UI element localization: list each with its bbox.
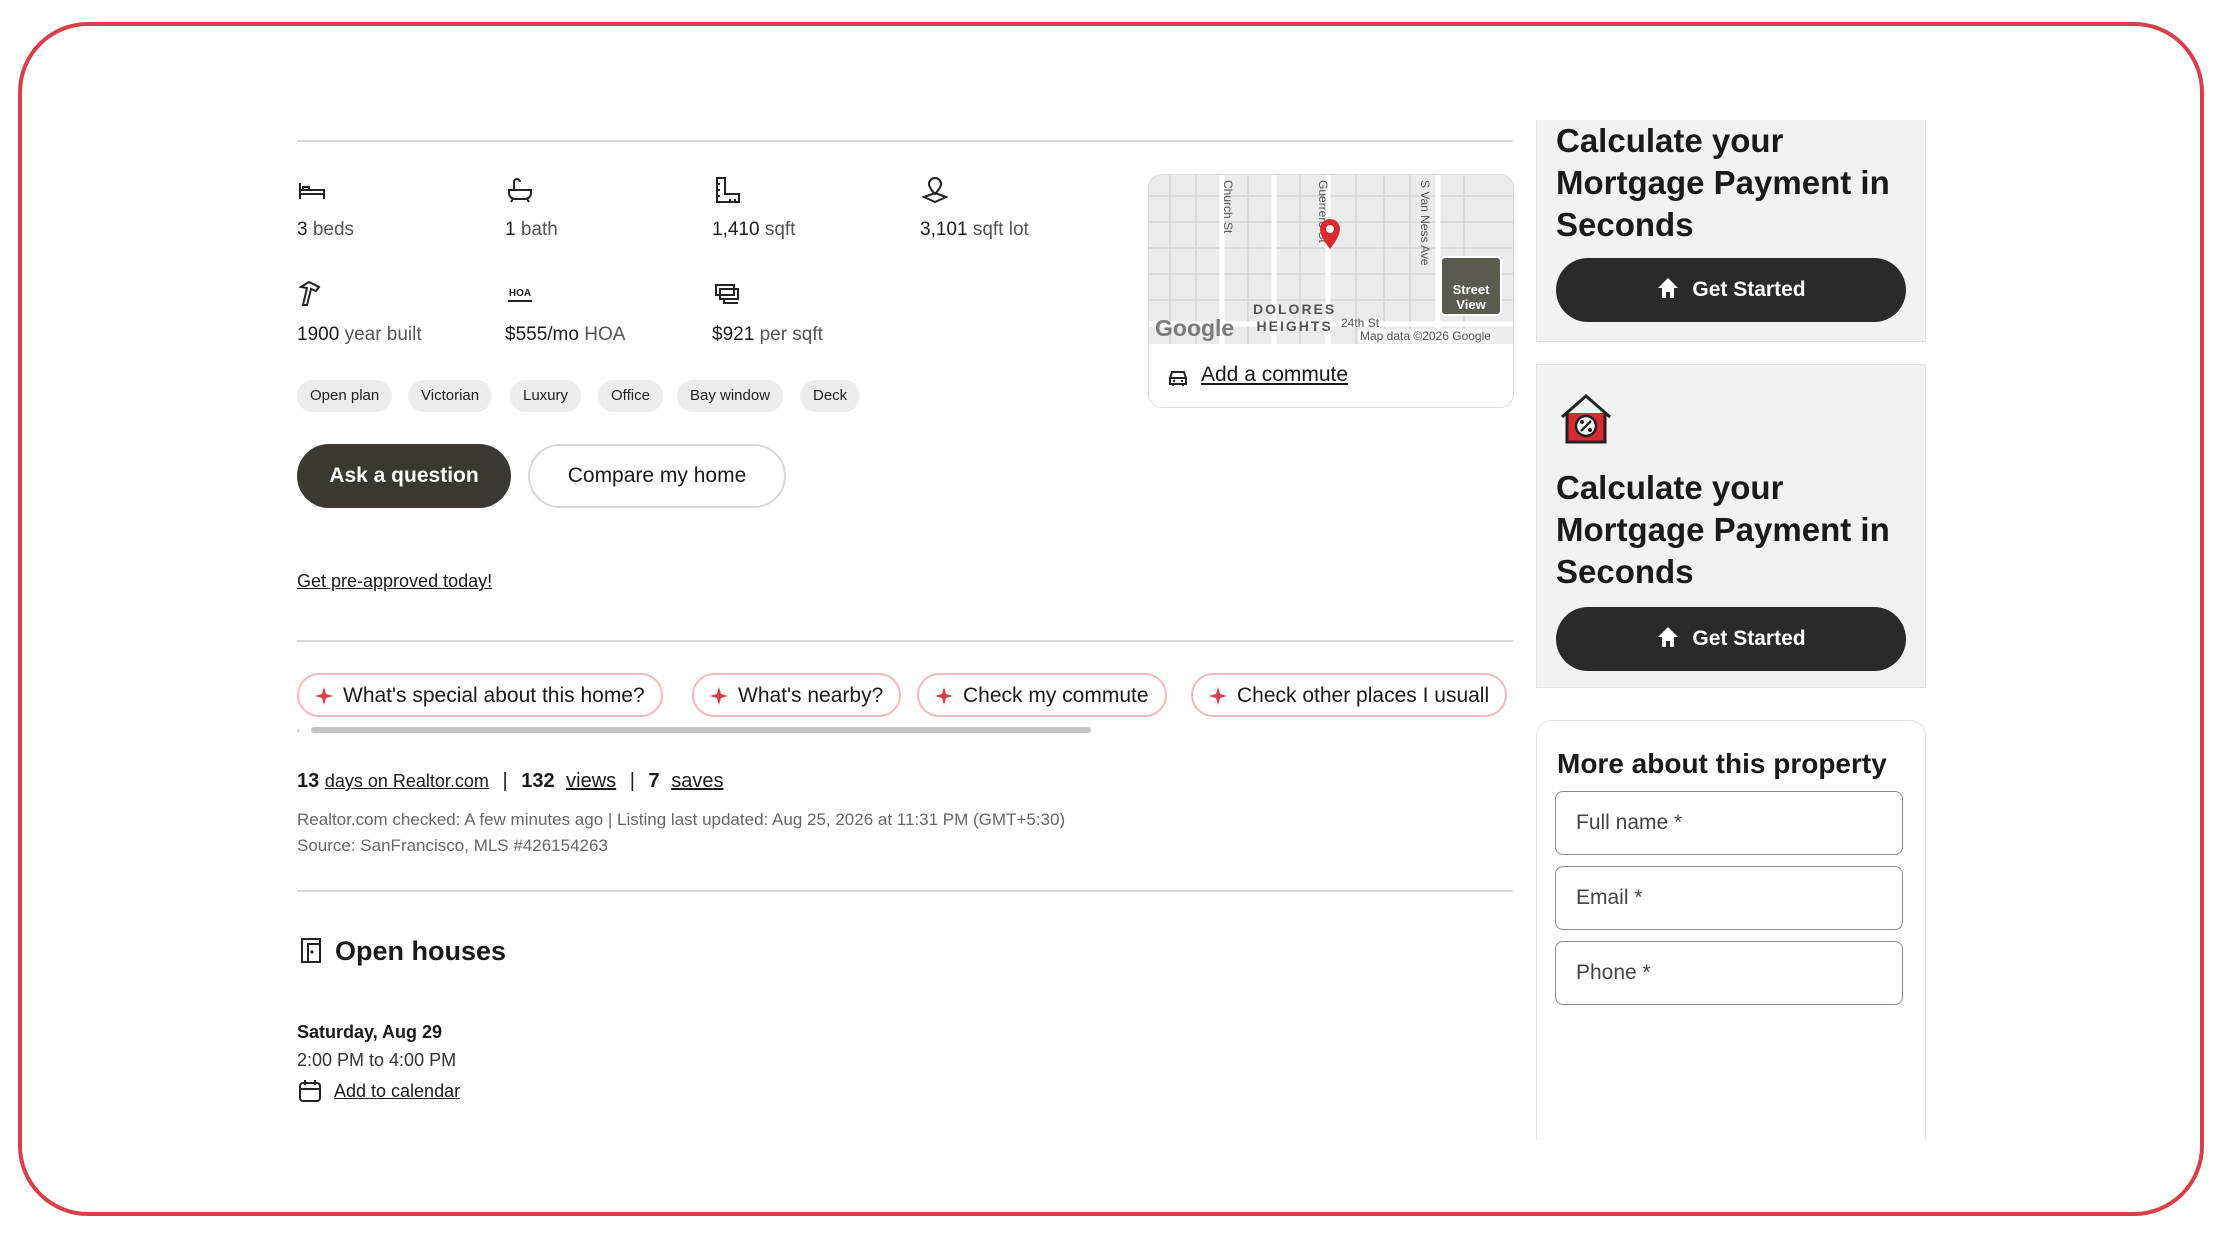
open-house-time: 2:00 PM to 4:00 PM <box>297 1050 457 1070</box>
sparkle-icon <box>1209 687 1227 705</box>
feature-tag: Deck <box>800 380 861 412</box>
chips-scrollbar[interactable]: ‹ <box>297 726 1513 735</box>
beds-fact: 3 beds <box>297 219 355 240</box>
add-to-calendar-link[interactable]: Add to calendar <box>334 1081 460 1102</box>
sparkle-icon <box>315 687 333 705</box>
year-built-fact: 1900 year built <box>297 324 422 345</box>
chip-overflow-container: Check other places I usuall <box>1191 673 1513 717</box>
price-per-sqft-icon <box>712 279 742 309</box>
feature-tag: Luxury <box>510 380 582 412</box>
house-arrow-icon <box>1658 278 1679 298</box>
car-icon <box>1166 365 1190 389</box>
price-per-sqft-fact: $921 per sqft <box>712 324 823 345</box>
compare-home-button[interactable]: Compare my home <box>528 444 786 508</box>
house-arrow-icon <box>1658 627 1679 647</box>
views-link[interactable]: views <box>566 770 616 792</box>
divider <box>297 140 1513 142</box>
contact-form-title: More about this property <box>1557 748 1887 779</box>
saves-link[interactable]: saves <box>671 770 723 792</box>
views-count: 132 <box>521 770 555 792</box>
listing-checked-text: Realtor.com checked: A few minutes ago |… <box>297 810 1066 829</box>
svg-text:HOA: HOA <box>509 288 531 299</box>
open-house-date: Saturday, Aug 29 <box>297 1022 443 1042</box>
ask-chip-other-places[interactable]: Check other places I usuall <box>1191 673 1508 717</box>
lot-icon <box>920 175 950 205</box>
mortgage-card: Calculate your Mortgage Payment in Secon… <box>1536 364 1926 688</box>
email-input[interactable] <box>1555 866 1903 930</box>
ask-chip-special[interactable]: What's special about this home? <box>297 673 663 717</box>
get-started-button[interactable]: Get Started <box>1556 607 1906 671</box>
feature-tag: Open plan <box>297 380 393 412</box>
ask-chip-nearby[interactable]: What's nearby? <box>692 673 902 717</box>
ask-chip-commute[interactable]: Check my commute <box>917 673 1167 717</box>
calendar-icon <box>297 1078 323 1104</box>
scroll-left-arrow[interactable]: ‹ <box>297 726 305 735</box>
sqft-icon <box>712 175 742 205</box>
mortgage-card: Calculate your Mortgage Payment in Secon… <box>1536 120 1926 342</box>
get-started-button[interactable]: Get Started <box>1556 258 1906 322</box>
hammer-icon <box>297 279 327 309</box>
open-houses-title: Open houses <box>335 936 507 966</box>
open-house-door-icon <box>297 935 325 965</box>
feature-tag: Office <box>598 380 663 412</box>
contact-form-card <box>1536 720 1926 1140</box>
sparkle-icon <box>935 687 953 705</box>
days-count: 13 <box>297 770 320 792</box>
sqft-fact: 1,410 sqft <box>712 219 796 240</box>
scrollbar-thumb[interactable] <box>311 727 1091 733</box>
ask-question-button[interactable]: Ask a question <box>297 444 511 508</box>
hoa-fact: $555/mo HOA <box>505 324 626 345</box>
feature-tag: Victorian <box>408 380 493 412</box>
days-on-realtor-link[interactable]: days on Realtor.com <box>325 771 489 791</box>
divider <box>297 640 1513 642</box>
mortgage-card-title: Calculate your Mortgage Payment in Secon… <box>1556 469 1890 590</box>
feature-tag: Bay window <box>677 380 784 412</box>
lot-fact: 3,101 sqft lot <box>920 219 1029 240</box>
phone-input[interactable] <box>1555 941 1903 1005</box>
add-commute-link[interactable]: Add a commute <box>1201 363 1348 387</box>
full-name-input[interactable] <box>1555 791 1903 855</box>
mortgage-house-icon <box>1561 394 1611 444</box>
bed-icon <box>297 175 327 205</box>
bath-fact: 1 bath <box>505 219 558 240</box>
preapproved-link[interactable]: Get pre-approved today! <box>297 571 492 592</box>
hoa-icon: HOA <box>505 279 535 309</box>
saves-count: 7 <box>648 770 660 792</box>
mortgage-card-title: Calculate your Mortgage Payment in Secon… <box>1556 122 1890 243</box>
divider <box>297 890 1513 892</box>
listing-stats: 13 days on Realtor.com | 132 views | 7 s… <box>297 770 724 792</box>
sparkle-icon <box>710 687 728 705</box>
bath-icon <box>505 175 535 205</box>
listing-source-text: Source: SanFrancisco, MLS #426154263 <box>297 836 608 855</box>
